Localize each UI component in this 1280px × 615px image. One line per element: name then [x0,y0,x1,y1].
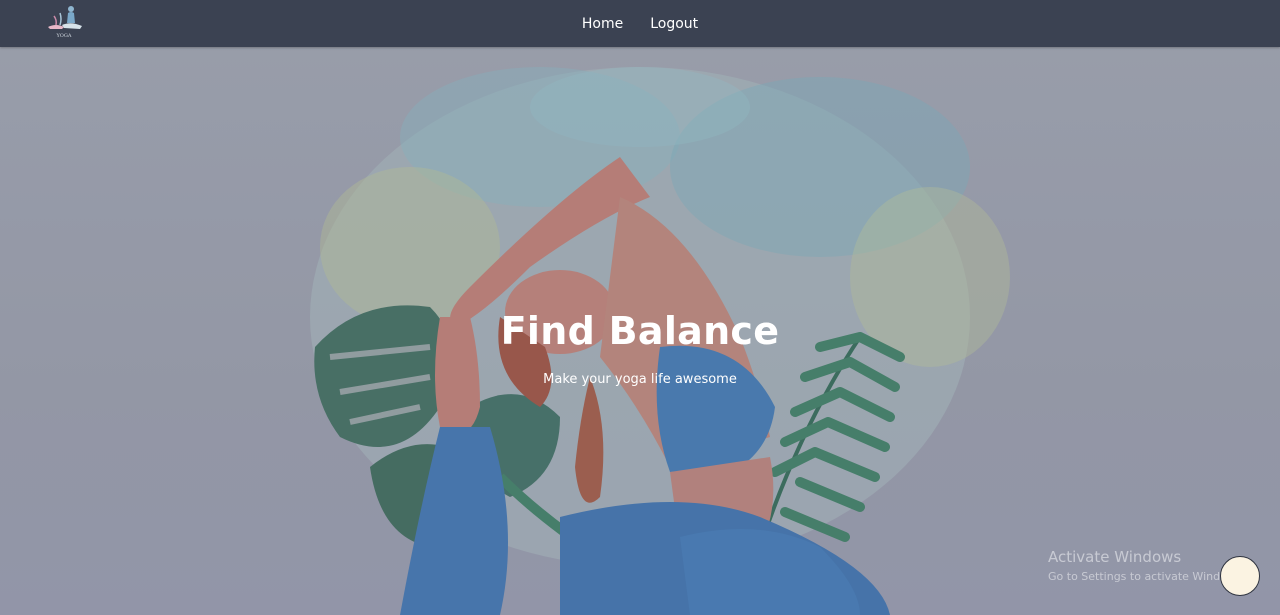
watermark-title: Activate Windows [1048,548,1182,566]
hero-section: Find Balance Make your yoga life awesome [0,47,1280,615]
hero-subtitle: Make your yoga life awesome [543,372,737,387]
watermark-subtitle: Go to Settings to activate Windows. [1048,570,1246,583]
nav-logout-link[interactable]: Logout [650,16,698,32]
floating-action-button[interactable] [1220,556,1260,596]
activate-windows-watermark: Activate Windows Go to Settings to activ… [1048,548,1245,583]
nav-home-link[interactable]: Home [582,16,623,32]
top-navbar: YOGA Home Logout [0,0,1280,47]
nav-links: Home Logout [0,0,1280,47]
hero-title: Find Balance [500,309,780,353]
